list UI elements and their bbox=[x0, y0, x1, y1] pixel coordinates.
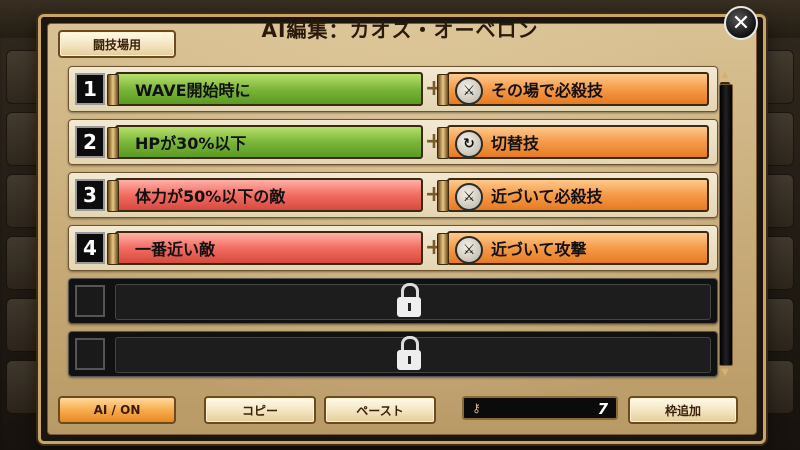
copy-button[interactable]: コピー bbox=[204, 396, 316, 424]
lock-icon bbox=[395, 283, 423, 319]
slot-cap bbox=[437, 233, 449, 265]
switch-icon: ↻ bbox=[455, 130, 483, 158]
rule-number: 4 bbox=[75, 232, 105, 264]
condition-label: 一番近い敵 bbox=[135, 240, 216, 259]
condition-slot[interactable]: WAVE開始時に bbox=[107, 72, 423, 106]
slot-cap bbox=[437, 74, 449, 106]
scroll-up-icon[interactable]: ▲ bbox=[718, 70, 732, 80]
slot-cap bbox=[107, 233, 119, 265]
key-icon: ⚷ bbox=[472, 401, 481, 415]
action-label: 近づいて攻撃 bbox=[491, 240, 587, 259]
condition-slot[interactable]: HPが30%以下 bbox=[107, 125, 423, 159]
condition-label: HPが30%以下 bbox=[135, 134, 247, 153]
close-icon: ✕ bbox=[731, 10, 751, 36]
action-label: 近づいて必殺技 bbox=[491, 187, 603, 206]
action-slot[interactable]: ⚔ 近づいて攻撃 bbox=[437, 231, 709, 265]
lock-icon bbox=[395, 336, 423, 372]
rule-number-empty bbox=[75, 285, 105, 317]
rule-list-scrollbar[interactable]: ▲ ▼ bbox=[718, 70, 733, 378]
ai-rule-row[interactable]: 4 一番近い敵 + ⚔ 近づいて攻撃 bbox=[68, 225, 718, 271]
sword-icon: ⚔ bbox=[455, 236, 483, 264]
action-slot[interactable]: ⚔ その場で必殺技 bbox=[437, 72, 709, 106]
condition-slot[interactable]: 一番近い敵 bbox=[107, 231, 423, 265]
sword-icon: ⚔ bbox=[455, 183, 483, 211]
key-count: 7 bbox=[597, 400, 608, 418]
locked-rule-row[interactable] bbox=[68, 331, 718, 377]
sword-icon: ⚔ bbox=[455, 77, 483, 105]
action-slot[interactable]: ⚔ 近づいて必殺技 bbox=[437, 178, 709, 212]
ai-toggle-button[interactable]: AI / ON bbox=[58, 396, 176, 424]
locked-rule-row[interactable] bbox=[68, 278, 718, 324]
slot-cap bbox=[107, 74, 119, 106]
slot-cap bbox=[107, 180, 119, 212]
key-counter: ⚷ 7 bbox=[462, 396, 618, 420]
action-label: 切替技 bbox=[491, 134, 540, 153]
slot-cap bbox=[437, 180, 449, 212]
condition-label: 体力が50%以下の敵 bbox=[135, 187, 286, 206]
ai-rule-row[interactable]: 1 WAVE開始時に + ⚔ その場で必殺技 bbox=[68, 66, 718, 112]
ai-rule-list: 1 WAVE開始時に + ⚔ その場で必殺技 2 HPが30%以下 + ↻ 切替… bbox=[68, 62, 720, 380]
scroll-thumb[interactable] bbox=[719, 84, 733, 366]
action-label: その場で必殺技 bbox=[491, 81, 604, 100]
condition-label: WAVE開始時に bbox=[135, 81, 251, 100]
rule-number: 1 bbox=[75, 73, 105, 105]
dialog-title: AI編集：カオス・オーベロン bbox=[261, 18, 539, 42]
slot-cap bbox=[437, 127, 449, 159]
condition-slot[interactable]: 体力が50%以下の敵 bbox=[107, 178, 423, 212]
rule-number-empty bbox=[75, 338, 105, 370]
ai-rule-row[interactable]: 2 HPが30%以下 + ↻ 切替技 bbox=[68, 119, 718, 165]
close-button[interactable]: ✕ bbox=[724, 6, 758, 40]
ai-rule-row[interactable]: 3 体力が50%以下の敵 + ⚔ 近づいて必殺技 bbox=[68, 172, 718, 218]
rule-number: 2 bbox=[75, 126, 105, 158]
paste-button[interactable]: ペースト bbox=[324, 396, 436, 424]
scroll-down-icon[interactable]: ▼ bbox=[718, 368, 732, 378]
slot-cap bbox=[107, 127, 119, 159]
add-slot-button[interactable]: 枠追加 bbox=[628, 396, 738, 424]
rule-number: 3 bbox=[75, 179, 105, 211]
action-slot[interactable]: ↻ 切替技 bbox=[437, 125, 709, 159]
